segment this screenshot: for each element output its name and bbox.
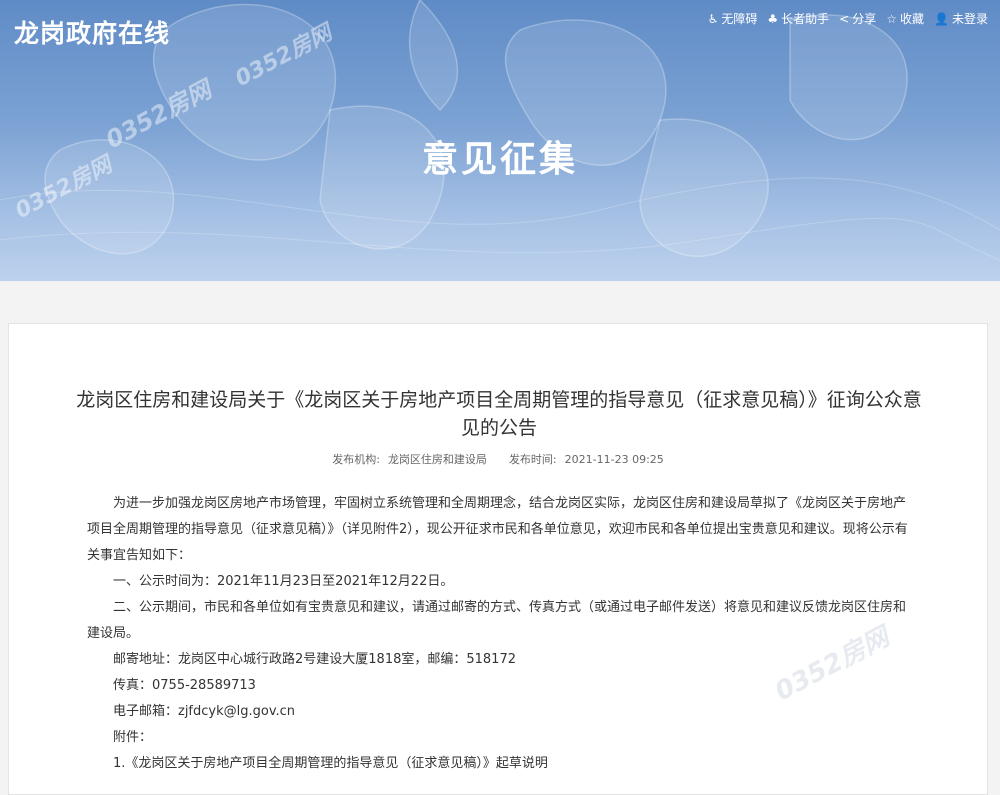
elder-icon: ♣	[767, 11, 779, 26]
accessibility-icon: ♿	[707, 11, 719, 26]
publisher-label: 发布机构:	[332, 453, 380, 466]
publish-time: 2021-11-23 09:25	[564, 453, 664, 466]
article-body: 为进一步加强龙岗区房地产市场管理，牢固树立系统管理和全周期理念，结合龙岗区实际，…	[87, 491, 909, 777]
paragraph-period: 一、公示时间为：2021年11月23日至2021年12月22日。	[113, 574, 454, 589]
user-icon: 👤	[934, 11, 949, 26]
paragraph-intro: 为进一步加强龙岗区房地产市场管理，牢固树立系统管理和全周期理念，结合龙岗区实际，…	[87, 496, 908, 563]
article-meta: 发布机构: 龙岗区住房和建设局 发布时间: 2021-11-23 09:25	[9, 451, 987, 467]
accessibility-button[interactable]: ♿ 无障碍	[708, 10, 758, 27]
login-button[interactable]: 👤 未登录	[934, 10, 988, 27]
article-card: 龙岗区住房和建设局关于《龙岗区关于房地产项目全周期管理的指导意见（征求意见稿）》…	[8, 323, 988, 795]
share-button[interactable]: < 分享	[839, 10, 876, 27]
star-icon: ☆	[886, 11, 898, 26]
elder-assistant-button[interactable]: ♣ 长者助手	[767, 10, 829, 27]
article-title: 龙岗区住房和建设局关于《龙岗区关于房地产项目全周期管理的指导意见（征求意见稿）》…	[76, 389, 922, 439]
page-heading: 意见征集	[421, 139, 578, 180]
paragraph-feedback: 二、公示期间，市民和各单位如有宝贵意见和建议，请通过邮寄的方式、传真方式（或通过…	[87, 600, 907, 641]
attachments-label: 附件：	[113, 730, 153, 745]
favorite-button[interactable]: ☆ 收藏	[886, 10, 924, 27]
time-label: 发布时间:	[508, 453, 557, 466]
header-banner: 龙岗政府在线 ♿ 无障碍 ♣ 长者助手 < 分享 ☆ 收藏 👤 未登录 0352…	[0, 0, 1000, 281]
site-title[interactable]: 龙岗政府在线	[14, 14, 170, 50]
header-toolbar: ♿ 无障碍 ♣ 长者助手 < 分享 ☆ 收藏 👤 未登录	[708, 10, 988, 27]
share-icon: <	[839, 11, 850, 26]
publisher: 龙岗区住房和建设局	[387, 453, 487, 466]
attachment-link[interactable]: 1.《龙岗区关于房地产项目全周期管理的指导意见（征求意见稿）》起草说明	[87, 751, 909, 777]
